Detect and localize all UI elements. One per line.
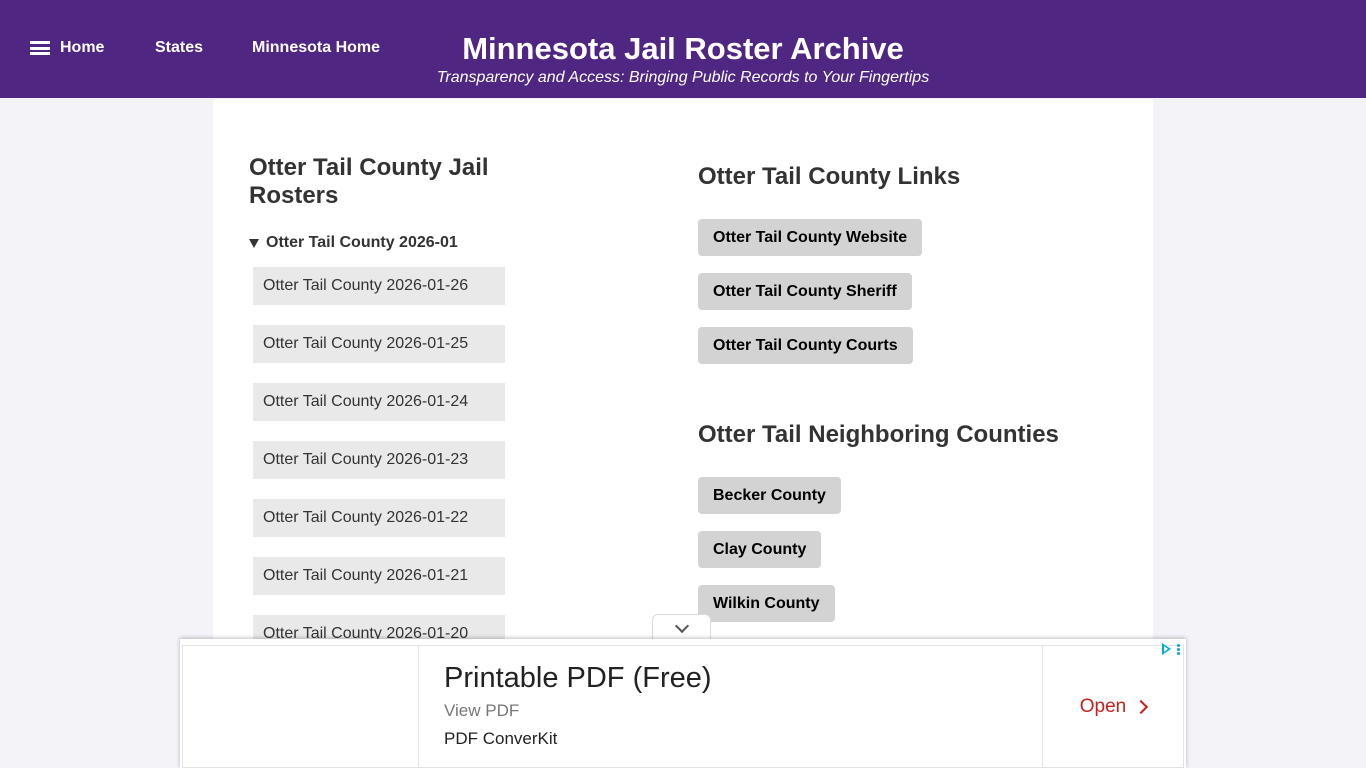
hamburger-menu-icon[interactable] <box>30 41 50 55</box>
neighboring-counties-title: Otter Tail Neighboring Counties <box>698 421 1059 448</box>
expanded-triangle-icon <box>249 238 259 248</box>
roster-group-label: Otter Tail County 2026-01 <box>266 234 458 251</box>
roster-list: Otter Tail County 2026-01-26 Otter Tail … <box>253 267 549 653</box>
county-links-title: Otter Tail County Links <box>698 163 961 190</box>
roster-link[interactable]: Otter Tail County 2026-01-23 <box>253 441 505 479</box>
roster-link[interactable]: Otter Tail County 2026-01-21 <box>253 557 505 595</box>
chevron-right-icon <box>1134 699 1149 714</box>
roster-section-title: Otter Tail County Jail Rosters <box>249 154 489 209</box>
nav-states-label: States <box>155 39 204 56</box>
roster-link[interactable]: Otter Tail County 2026-01-24 <box>253 383 505 421</box>
ad-open-label: Open <box>1079 695 1127 717</box>
county-links-list: Otter Tail County Website Otter Tail Cou… <box>698 219 1118 381</box>
site-branding: Minnesota Jail Roster Archive Transparen… <box>430 30 936 88</box>
ad-choices-icon[interactable] <box>1162 643 1171 655</box>
nav-minnesota-home-label: Minnesota Home <box>252 39 381 56</box>
roster-link[interactable]: Otter Tail County 2026-01-22 <box>253 499 505 537</box>
ad-open-button[interactable]: Open <box>1042 646 1183 767</box>
nav-home[interactable]: Home <box>30 39 155 57</box>
ad-collapse-button[interactable] <box>652 614 711 642</box>
main-nav: Home States Minnesota Home <box>30 39 380 57</box>
neighbor-county-button[interactable]: Wilkin County <box>698 585 835 622</box>
roster-link[interactable]: Otter Tail County 2026-01-25 <box>253 325 505 363</box>
chevron-down-icon <box>674 618 689 634</box>
ad-image[interactable] <box>183 646 419 767</box>
county-courts-button[interactable]: Otter Tail County Courts <box>698 327 913 364</box>
roster-link[interactable]: Otter Tail County 2026-01-26 <box>253 267 505 305</box>
site-subtitle: Transparency and Access: Bringing Public… <box>436 69 930 86</box>
roster-section: Otter Tail County Jail Rosters Otter Tai… <box>249 154 549 673</box>
ad-headline[interactable]: Printable PDF (Free) <box>444 660 712 696</box>
nav-states[interactable]: States <box>155 39 252 57</box>
roster-group-toggle[interactable]: Otter Tail County 2026-01 <box>249 230 549 256</box>
county-sheriff-button[interactable]: Otter Tail County Sheriff <box>698 273 912 310</box>
neighbor-county-button[interactable]: Becker County <box>698 477 841 514</box>
ad-content[interactable]: Printable PDF (Free) View PDF PDF Conver… <box>182 645 1184 768</box>
ad-subheadline[interactable]: View PDF <box>444 700 712 722</box>
ad-text-block[interactable]: Printable PDF (Free) View PDF PDF Conver… <box>444 660 712 750</box>
neighbor-county-button[interactable]: Clay County <box>698 531 822 568</box>
ad-choices[interactable] <box>1162 643 1180 655</box>
county-website-button[interactable]: Otter Tail County Website <box>698 219 923 256</box>
site-title: Minnesota Jail Roster Archive <box>462 31 904 66</box>
links-section: Otter Tail County Links Otter Tail Count… <box>698 163 1118 693</box>
ad-advertiser[interactable]: PDF ConverKit <box>444 728 712 750</box>
more-options-icon[interactable] <box>1177 643 1180 655</box>
bottom-ad-banner[interactable]: Printable PDF (Free) View PDF PDF Conver… <box>180 639 1186 768</box>
nav-minnesota-home[interactable]: Minnesota Home <box>252 39 380 57</box>
top-header: Home States Minnesota Home Minnesota Jai… <box>0 0 1366 98</box>
nav-home-label: Home <box>60 39 105 56</box>
